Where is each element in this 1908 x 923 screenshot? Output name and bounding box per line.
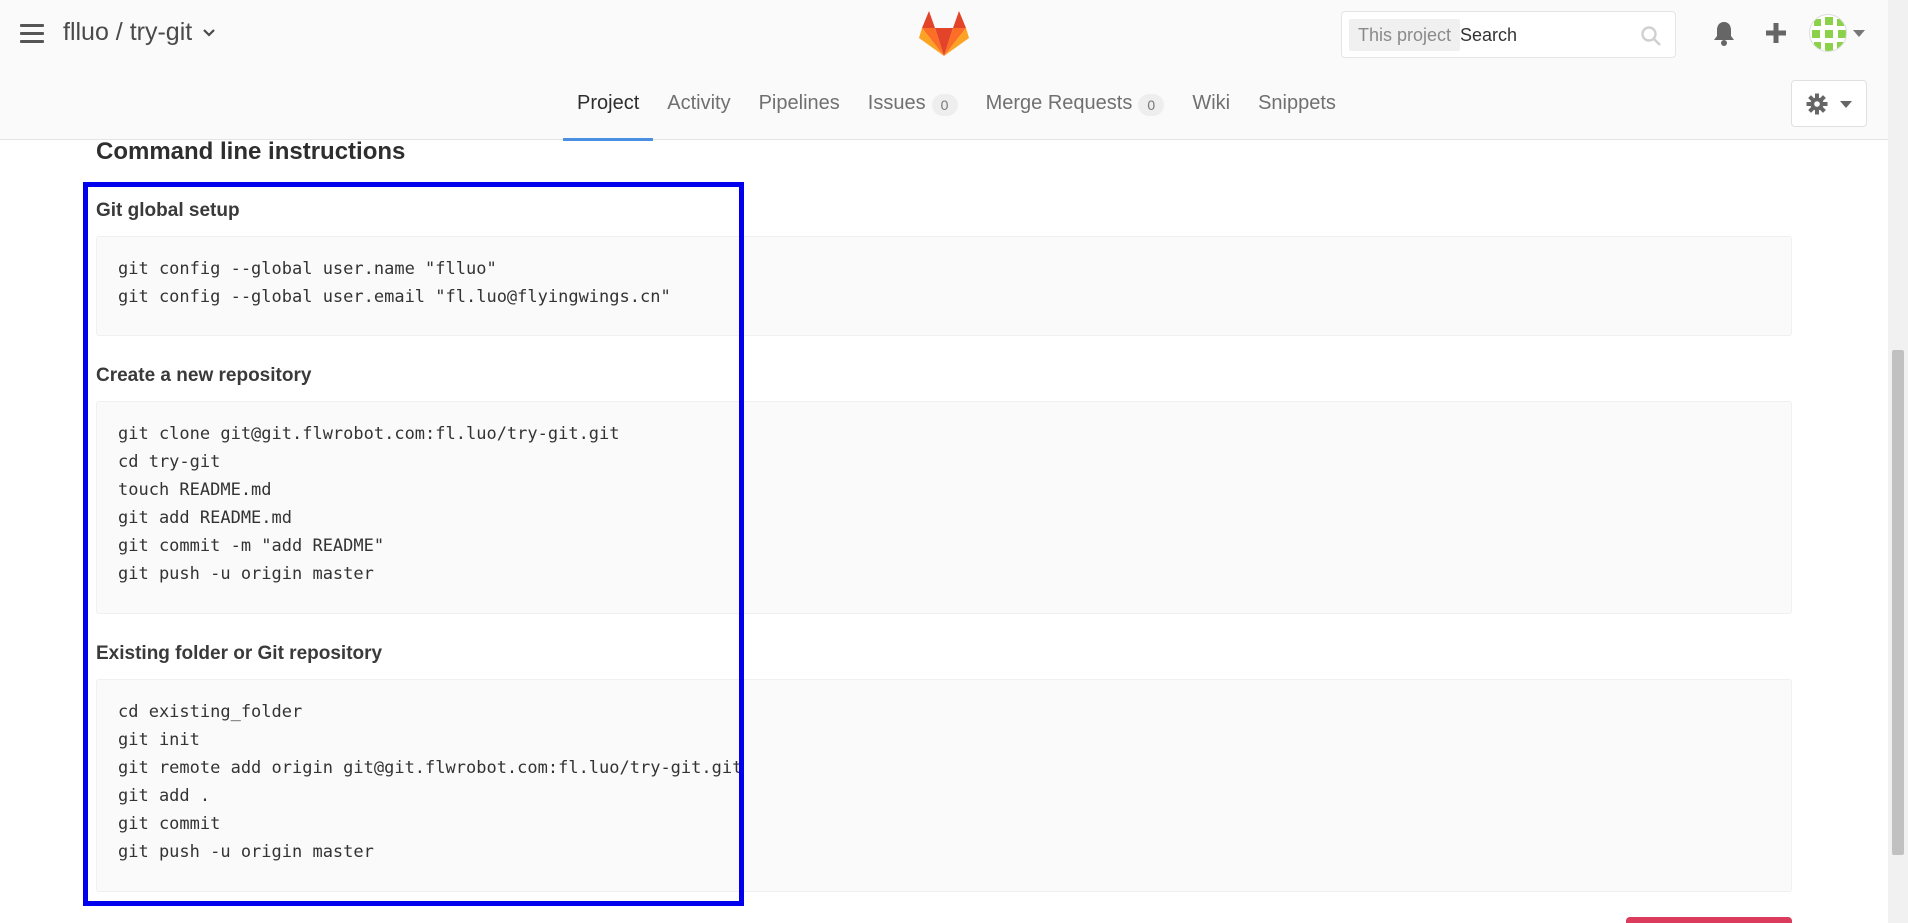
code-line: git config --global user.email "fl.luo@f… bbox=[118, 287, 671, 307]
tab-merge-requests-label: Merge Requests bbox=[985, 92, 1133, 114]
search-icon[interactable] bbox=[1640, 25, 1662, 47]
section-title-existing-folder: Existing folder or Git repository bbox=[96, 643, 383, 664]
tab-snippets[interactable]: Snippets bbox=[1244, 78, 1350, 140]
page-title: Command line instructions bbox=[96, 138, 406, 165]
vertical-scrollbar[interactable] bbox=[1888, 0, 1908, 923]
section-title-git-global-setup: Git global setup bbox=[96, 200, 240, 221]
code-line: touch README.md bbox=[118, 480, 272, 500]
tab-issues-label: Issues bbox=[867, 92, 926, 114]
search-box[interactable]: This project bbox=[1341, 11, 1676, 58]
code-line: cd try-git bbox=[118, 452, 221, 472]
project-path[interactable]: flluo / try-git bbox=[63, 18, 192, 47]
tab-merge-requests[interactable]: Merge Requests 0 bbox=[972, 78, 1179, 140]
code-line: git commit bbox=[118, 814, 221, 834]
code-line: git commit -m "add README" bbox=[118, 536, 385, 556]
tab-activity[interactable]: Activity bbox=[653, 78, 744, 140]
tab-pipelines-label: Pipelines bbox=[758, 92, 840, 114]
code-line: git add README.md bbox=[118, 508, 292, 528]
issues-count-badge: 0 bbox=[931, 94, 958, 116]
section-title-create-repository: Create a new repository bbox=[96, 365, 312, 386]
merge-requests-count-badge: 0 bbox=[1138, 94, 1165, 116]
code-line: git clone git@git.flwrobot.com:fl.luo/tr… bbox=[118, 424, 620, 444]
code-line: git push -u origin master bbox=[118, 564, 374, 584]
tab-activity-label: Activity bbox=[667, 92, 731, 114]
gear-icon bbox=[1806, 93, 1828, 115]
top-header: flluo / try-git This project Search Proj… bbox=[0, 0, 1888, 141]
avatar[interactable] bbox=[1809, 14, 1847, 52]
code-line: git init bbox=[118, 730, 200, 750]
plus-icon[interactable] bbox=[1762, 19, 1790, 47]
code-line: git config --global user.name "flluo" bbox=[118, 259, 497, 279]
tab-wiki-label: Wiki bbox=[1192, 92, 1231, 114]
project-settings-dropdown[interactable] bbox=[1791, 80, 1867, 127]
chevron-down-icon bbox=[203, 28, 215, 37]
gitlab-logo[interactable] bbox=[918, 10, 970, 58]
project-nav: Project Activity Pipelines Issues 0 Merg… bbox=[563, 78, 1350, 141]
avatar-identicon-icon bbox=[1812, 17, 1846, 51]
tab-pipelines[interactable]: Pipelines bbox=[745, 78, 854, 140]
tab-snippets-label: Snippets bbox=[1258, 92, 1336, 114]
code-line: git remote add origin git@git.flwrobot.c… bbox=[118, 758, 743, 778]
scrollbar-thumb[interactable] bbox=[1892, 350, 1904, 855]
tab-project[interactable]: Project bbox=[563, 78, 654, 141]
code-block-create-repository[interactable]: git clone git@git.flwrobot.com:fl.luo/tr… bbox=[96, 401, 1792, 614]
caret-down-icon[interactable] bbox=[1853, 30, 1865, 38]
remove-project-button[interactable] bbox=[1626, 917, 1792, 923]
page: flluo / try-git This project Search Proj… bbox=[0, 0, 1908, 923]
project-title-dropdown[interactable]: flluo / try-git bbox=[63, 18, 216, 47]
caret-down-icon bbox=[1840, 101, 1852, 108]
search-input[interactable] bbox=[1460, 19, 1620, 51]
code-line: git push -u origin master bbox=[118, 842, 374, 862]
tab-issues[interactable]: Issues 0 bbox=[854, 78, 972, 140]
bell-icon[interactable] bbox=[1710, 19, 1738, 47]
tab-wiki[interactable]: Wiki bbox=[1178, 78, 1244, 140]
code-block-git-global-setup[interactable]: git config --global user.name "flluo" gi… bbox=[96, 236, 1792, 336]
search-scope-label[interactable]: This project bbox=[1349, 19, 1461, 51]
tab-project-label: Project bbox=[577, 92, 640, 114]
code-block-existing-folder[interactable]: cd existing_folder git init git remote a… bbox=[96, 679, 1792, 892]
hamburger-menu-icon[interactable] bbox=[20, 24, 44, 44]
code-line: cd existing_folder bbox=[118, 702, 303, 722]
code-line: git add . bbox=[118, 786, 211, 806]
